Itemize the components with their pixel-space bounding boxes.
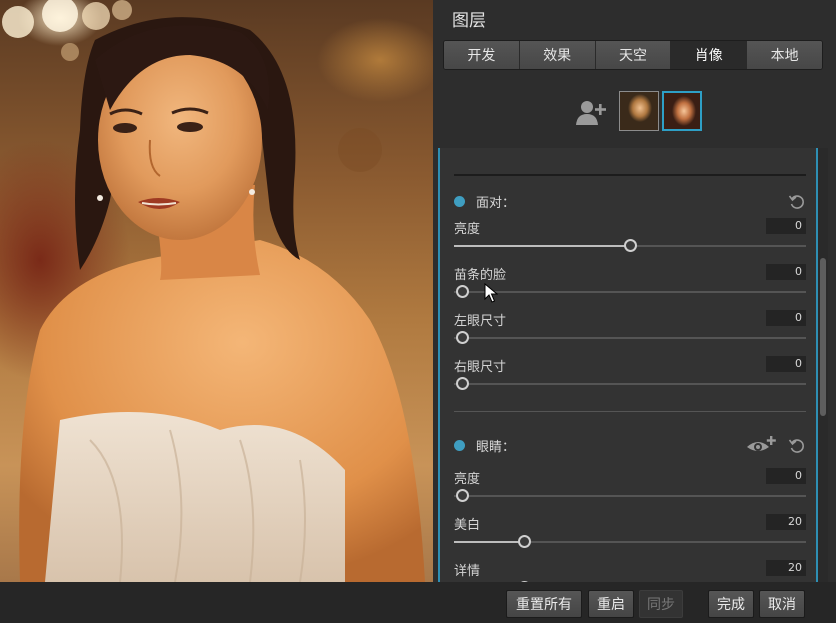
reset-icon[interactable] bbox=[788, 437, 806, 455]
slider-row-left-eye-size: 左眼尺寸 0 bbox=[454, 310, 806, 354]
reset-all-button[interactable]: 重置所有 bbox=[506, 590, 582, 618]
slider-track[interactable] bbox=[454, 239, 806, 252]
slider-value[interactable]: 20 bbox=[766, 514, 806, 530]
cancel-button[interactable]: 取消 bbox=[759, 590, 805, 618]
tab-portrait[interactable]: 肖像 bbox=[671, 41, 748, 69]
slider-track[interactable] bbox=[454, 489, 806, 502]
restart-button[interactable]: 重启 bbox=[588, 590, 634, 618]
slider-label: 苗条的脸 bbox=[454, 268, 507, 283]
slider-label: 美白 bbox=[454, 518, 481, 533]
tab-develop[interactable]: 开发 bbox=[444, 41, 520, 69]
slider-handle[interactable] bbox=[456, 285, 469, 298]
face-section-label: 面对： bbox=[476, 196, 516, 211]
slider-handle[interactable] bbox=[624, 239, 637, 252]
eyes-section-label: 眼睛： bbox=[476, 440, 516, 455]
eyes-section-header: 眼睛： bbox=[454, 436, 806, 456]
panel-title: 图层 bbox=[452, 11, 486, 31]
slider-value[interactable]: 0 bbox=[766, 310, 806, 326]
slider-handle[interactable] bbox=[456, 331, 469, 344]
slider-label: 左眼尺寸 bbox=[454, 314, 507, 329]
slider-row-eye-brightness: 亮度 0 bbox=[454, 468, 806, 512]
slider-row-details: 详情 20 bbox=[454, 560, 806, 582]
slider-value[interactable]: 0 bbox=[766, 356, 806, 372]
slider-label: 详情 bbox=[454, 564, 481, 579]
scrollbar-thumb[interactable] bbox=[820, 258, 826, 416]
divider bbox=[454, 174, 806, 176]
face-selector bbox=[433, 88, 836, 134]
photo-canvas[interactable] bbox=[0, 0, 433, 582]
slider-label: 亮度 bbox=[454, 472, 481, 487]
divider bbox=[454, 411, 806, 412]
slider-handle[interactable] bbox=[456, 489, 469, 502]
tab-sky[interactable]: 天空 bbox=[595, 41, 672, 69]
done-button[interactable]: 完成 bbox=[708, 590, 754, 618]
slider-value[interactable]: 20 bbox=[766, 560, 806, 576]
tab-local[interactable]: 本地 bbox=[747, 41, 822, 69]
eye-plus-icon[interactable] bbox=[746, 436, 776, 456]
sync-button[interactable]: 同步 bbox=[639, 590, 683, 618]
slider-track[interactable] bbox=[454, 377, 806, 390]
bottom-action-bar: 重置所有 重启 同步 完成 取消 bbox=[0, 582, 836, 623]
slider-value[interactable]: 0 bbox=[766, 468, 806, 484]
slider-fill bbox=[454, 245, 630, 247]
slider-row-right-eye-size: 右眼尺寸 0 bbox=[454, 356, 806, 400]
section-active-dot bbox=[454, 440, 465, 451]
settings-scroll-area[interactable]: 面对： 亮度 0 苗条的脸 0 左眼尺寸 0 右眼尺寸 0 眼睛： 亮度 0 美… bbox=[438, 148, 818, 582]
vertical-scrollbar[interactable] bbox=[818, 148, 828, 582]
slider-label: 亮度 bbox=[454, 222, 481, 237]
tab-effects[interactable]: 效果 bbox=[519, 41, 596, 69]
slider-row-whitening: 美白 20 bbox=[454, 514, 806, 558]
slider-fill bbox=[454, 541, 524, 543]
slider-handle[interactable] bbox=[456, 377, 469, 390]
face-thumbnail-2[interactable] bbox=[662, 91, 702, 131]
portrait-image bbox=[2, 0, 426, 582]
face-section-header: 面对： bbox=[454, 192, 806, 212]
face-thumbnail-1[interactable] bbox=[619, 91, 659, 131]
layer-tabs: 开发 效果 天空 肖像 本地 bbox=[443, 40, 823, 70]
slider-track[interactable] bbox=[454, 285, 806, 298]
add-person-icon[interactable] bbox=[575, 98, 609, 126]
slider-row-slim-face: 苗条的脸 0 bbox=[454, 264, 806, 308]
slider-value[interactable]: 0 bbox=[766, 218, 806, 234]
slider-value[interactable]: 0 bbox=[766, 264, 806, 280]
slider-track[interactable] bbox=[454, 535, 806, 548]
section-active-dot bbox=[454, 196, 465, 207]
slider-row-brightness: 亮度 0 bbox=[454, 218, 806, 262]
reset-icon[interactable] bbox=[788, 193, 806, 211]
slider-handle[interactable] bbox=[518, 535, 531, 548]
slider-label: 右眼尺寸 bbox=[454, 360, 507, 375]
mouse-cursor-icon bbox=[484, 283, 498, 303]
slider-track[interactable] bbox=[454, 331, 806, 344]
